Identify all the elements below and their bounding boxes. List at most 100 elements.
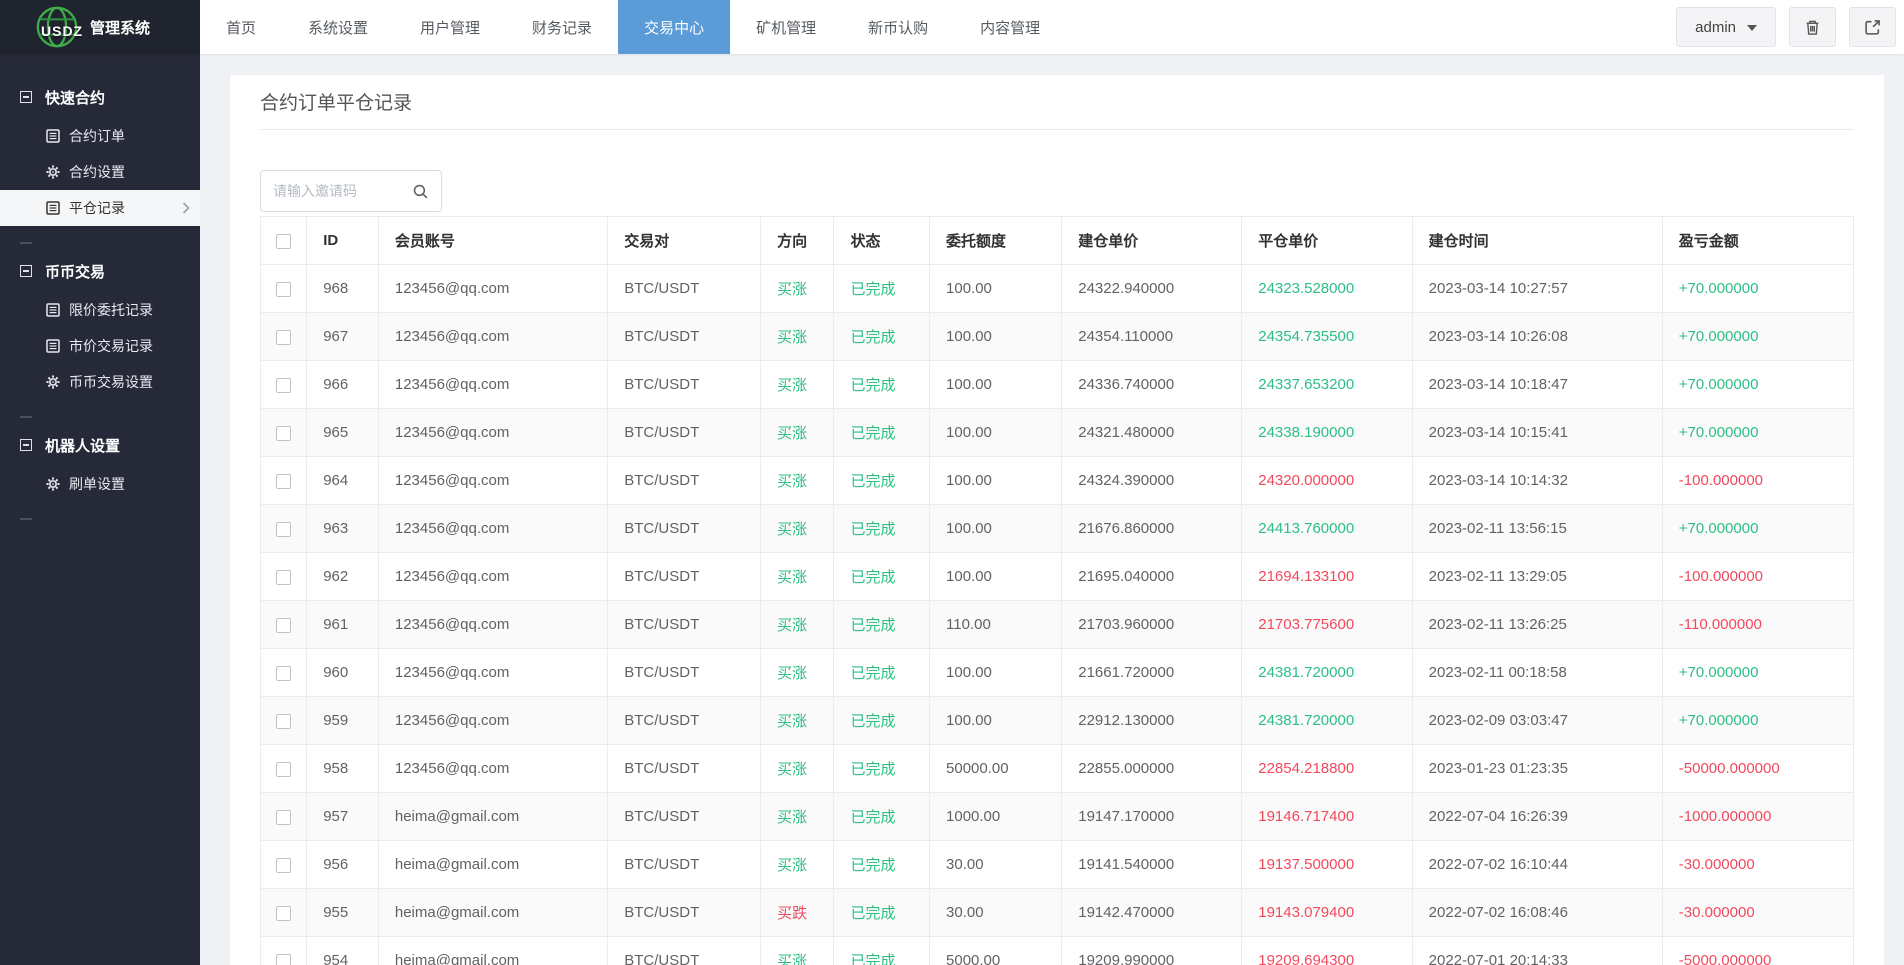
cell-id: 957 bbox=[307, 793, 379, 841]
sidebar-section-quick-contract: 快速合约 合约订单 合约设置 平仓记录 bbox=[0, 76, 200, 244]
cell-open-time: 2023-03-14 10:27:57 bbox=[1412, 265, 1662, 313]
cell-id: 961 bbox=[307, 601, 379, 649]
table-row: 957 heima@gmail.com BTC/USDT 买涨 已完成 1000… bbox=[261, 793, 1854, 841]
nav-item-home[interactable]: 首页 bbox=[200, 0, 282, 54]
row-checkbox[interactable] bbox=[276, 858, 291, 873]
cell-open-price: 19142.470000 bbox=[1062, 889, 1242, 937]
cell-direction: 买涨 bbox=[761, 793, 834, 841]
sidebar-section-header-robot-settings[interactable]: 机器人设置 bbox=[0, 424, 200, 466]
row-checkbox[interactable] bbox=[276, 906, 291, 921]
cell-pair: BTC/USDT bbox=[608, 265, 761, 313]
cell-open-price: 21676.860000 bbox=[1062, 505, 1242, 553]
nav-item-user-management[interactable]: 用户管理 bbox=[394, 0, 506, 54]
cell-open-time: 2023-03-14 10:14:32 bbox=[1412, 457, 1662, 505]
cell-checkbox bbox=[261, 697, 307, 745]
cell-open-time: 2022-07-01 20:14:33 bbox=[1412, 937, 1662, 965]
cell-direction: 买涨 bbox=[761, 457, 834, 505]
trash-button[interactable] bbox=[1789, 7, 1836, 47]
close-position-records-table: ID 会员账号 交易对 方向 状态 委托额度 建仓单价 平仓单价 建仓时间 盈亏… bbox=[260, 216, 1854, 965]
cell-pair: BTC/USDT bbox=[608, 505, 761, 553]
nav-item-miner-management[interactable]: 矿机管理 bbox=[730, 0, 842, 54]
cell-pair: BTC/USDT bbox=[608, 409, 761, 457]
cell-open-time: 2022-07-02 16:08:46 bbox=[1412, 889, 1662, 937]
gear-icon bbox=[46, 165, 60, 179]
cell-close-price: 22854.218800 bbox=[1242, 745, 1412, 793]
sidebar-section-header-quick-contract[interactable]: 快速合约 bbox=[0, 76, 200, 118]
row-checkbox[interactable] bbox=[276, 666, 291, 681]
sidebar-item-contract-settings[interactable]: 合约设置 bbox=[0, 154, 200, 190]
column-header-pair: 交易对 bbox=[608, 217, 761, 265]
cell-close-price: 19137.500000 bbox=[1242, 841, 1412, 889]
cell-status: 已完成 bbox=[834, 841, 930, 889]
sidebar-section-header-coin-trade[interactable]: 币币交易 bbox=[0, 250, 200, 292]
nav-item-new-coin-subscribe[interactable]: 新币认购 bbox=[842, 0, 954, 54]
cell-direction: 买涨 bbox=[761, 265, 834, 313]
cell-open-price: 24322.940000 bbox=[1062, 265, 1242, 313]
cell-open-time: 2023-03-14 10:26:08 bbox=[1412, 313, 1662, 361]
cell-open-time: 2023-03-14 10:18:47 bbox=[1412, 361, 1662, 409]
sidebar-divider bbox=[20, 416, 32, 418]
cell-close-price: 24323.528000 bbox=[1242, 265, 1412, 313]
cell-amount: 110.00 bbox=[930, 601, 1062, 649]
select-all-checkbox[interactable] bbox=[276, 234, 291, 249]
user-menu-button[interactable]: admin bbox=[1676, 7, 1776, 47]
cell-profit: +70.000000 bbox=[1662, 649, 1853, 697]
logout-button[interactable] bbox=[1849, 7, 1896, 47]
nav-item-system-settings[interactable]: 系统设置 bbox=[282, 0, 394, 54]
cell-id: 954 bbox=[307, 937, 379, 965]
sidebar-item-market-trade-records[interactable]: 市价交易记录 bbox=[0, 328, 200, 364]
nav-item-content-management[interactable]: 内容管理 bbox=[954, 0, 1066, 54]
search-icon[interactable] bbox=[412, 183, 429, 200]
sidebar-item-limit-order-records[interactable]: 限价委托记录 bbox=[0, 292, 200, 328]
cell-checkbox bbox=[261, 313, 307, 361]
cell-account: 123456@qq.com bbox=[378, 601, 607, 649]
sidebar-section-robot-settings: 机器人设置 刷单设置 bbox=[0, 424, 200, 520]
row-checkbox[interactable] bbox=[276, 282, 291, 297]
cell-account: 123456@qq.com bbox=[378, 553, 607, 601]
gear-icon bbox=[46, 375, 60, 389]
row-checkbox[interactable] bbox=[276, 522, 291, 537]
sidebar-item-close-position-records[interactable]: 平仓记录 bbox=[0, 190, 200, 226]
cell-checkbox bbox=[261, 841, 307, 889]
cell-id: 968 bbox=[307, 265, 379, 313]
table-row: 966 123456@qq.com BTC/USDT 买涨 已完成 100.00… bbox=[261, 361, 1854, 409]
row-checkbox[interactable] bbox=[276, 330, 291, 345]
row-checkbox[interactable] bbox=[276, 474, 291, 489]
nav-item-trade-center[interactable]: 交易中心 bbox=[618, 0, 730, 54]
row-checkbox[interactable] bbox=[276, 570, 291, 585]
sidebar-item-label: 平仓记录 bbox=[69, 198, 125, 218]
cell-open-price: 24321.480000 bbox=[1062, 409, 1242, 457]
row-checkbox[interactable] bbox=[276, 714, 291, 729]
table-row: 964 123456@qq.com BTC/USDT 买涨 已完成 100.00… bbox=[261, 457, 1854, 505]
list-icon bbox=[46, 303, 60, 317]
cell-checkbox bbox=[261, 505, 307, 553]
topbar-actions: admin bbox=[1676, 0, 1904, 54]
invite-code-search-input[interactable] bbox=[273, 183, 412, 199]
row-checkbox[interactable] bbox=[276, 954, 291, 965]
cell-profit: +70.000000 bbox=[1662, 361, 1853, 409]
cell-close-price: 19146.717400 bbox=[1242, 793, 1412, 841]
cell-status: 已完成 bbox=[834, 457, 930, 505]
cell-account: 123456@qq.com bbox=[378, 745, 607, 793]
column-header-open-price: 建仓单价 bbox=[1062, 217, 1242, 265]
cell-open-time: 2023-02-11 00:18:58 bbox=[1412, 649, 1662, 697]
nav-item-finance-records[interactable]: 财务记录 bbox=[506, 0, 618, 54]
row-checkbox[interactable] bbox=[276, 378, 291, 393]
sidebar-item-label: 合约设置 bbox=[69, 162, 125, 182]
sidebar-section-label: 机器人设置 bbox=[45, 435, 120, 456]
row-checkbox[interactable] bbox=[276, 426, 291, 441]
cell-id: 963 bbox=[307, 505, 379, 553]
cell-open-time: 2023-01-23 01:23:35 bbox=[1412, 745, 1662, 793]
row-checkbox[interactable] bbox=[276, 810, 291, 825]
column-header-account: 会员账号 bbox=[378, 217, 607, 265]
cell-id: 962 bbox=[307, 553, 379, 601]
row-checkbox[interactable] bbox=[276, 618, 291, 633]
sidebar-item-contract-order[interactable]: 合约订单 bbox=[0, 118, 200, 154]
sidebar-item-brush-order-settings[interactable]: 刷单设置 bbox=[0, 466, 200, 502]
cell-status: 已完成 bbox=[834, 409, 930, 457]
select-all-header-cell bbox=[261, 217, 307, 265]
table-row: 958 123456@qq.com BTC/USDT 买涨 已完成 50000.… bbox=[261, 745, 1854, 793]
cell-pair: BTC/USDT bbox=[608, 649, 761, 697]
sidebar-item-coin-trade-settings[interactable]: 币币交易设置 bbox=[0, 364, 200, 400]
row-checkbox[interactable] bbox=[276, 762, 291, 777]
